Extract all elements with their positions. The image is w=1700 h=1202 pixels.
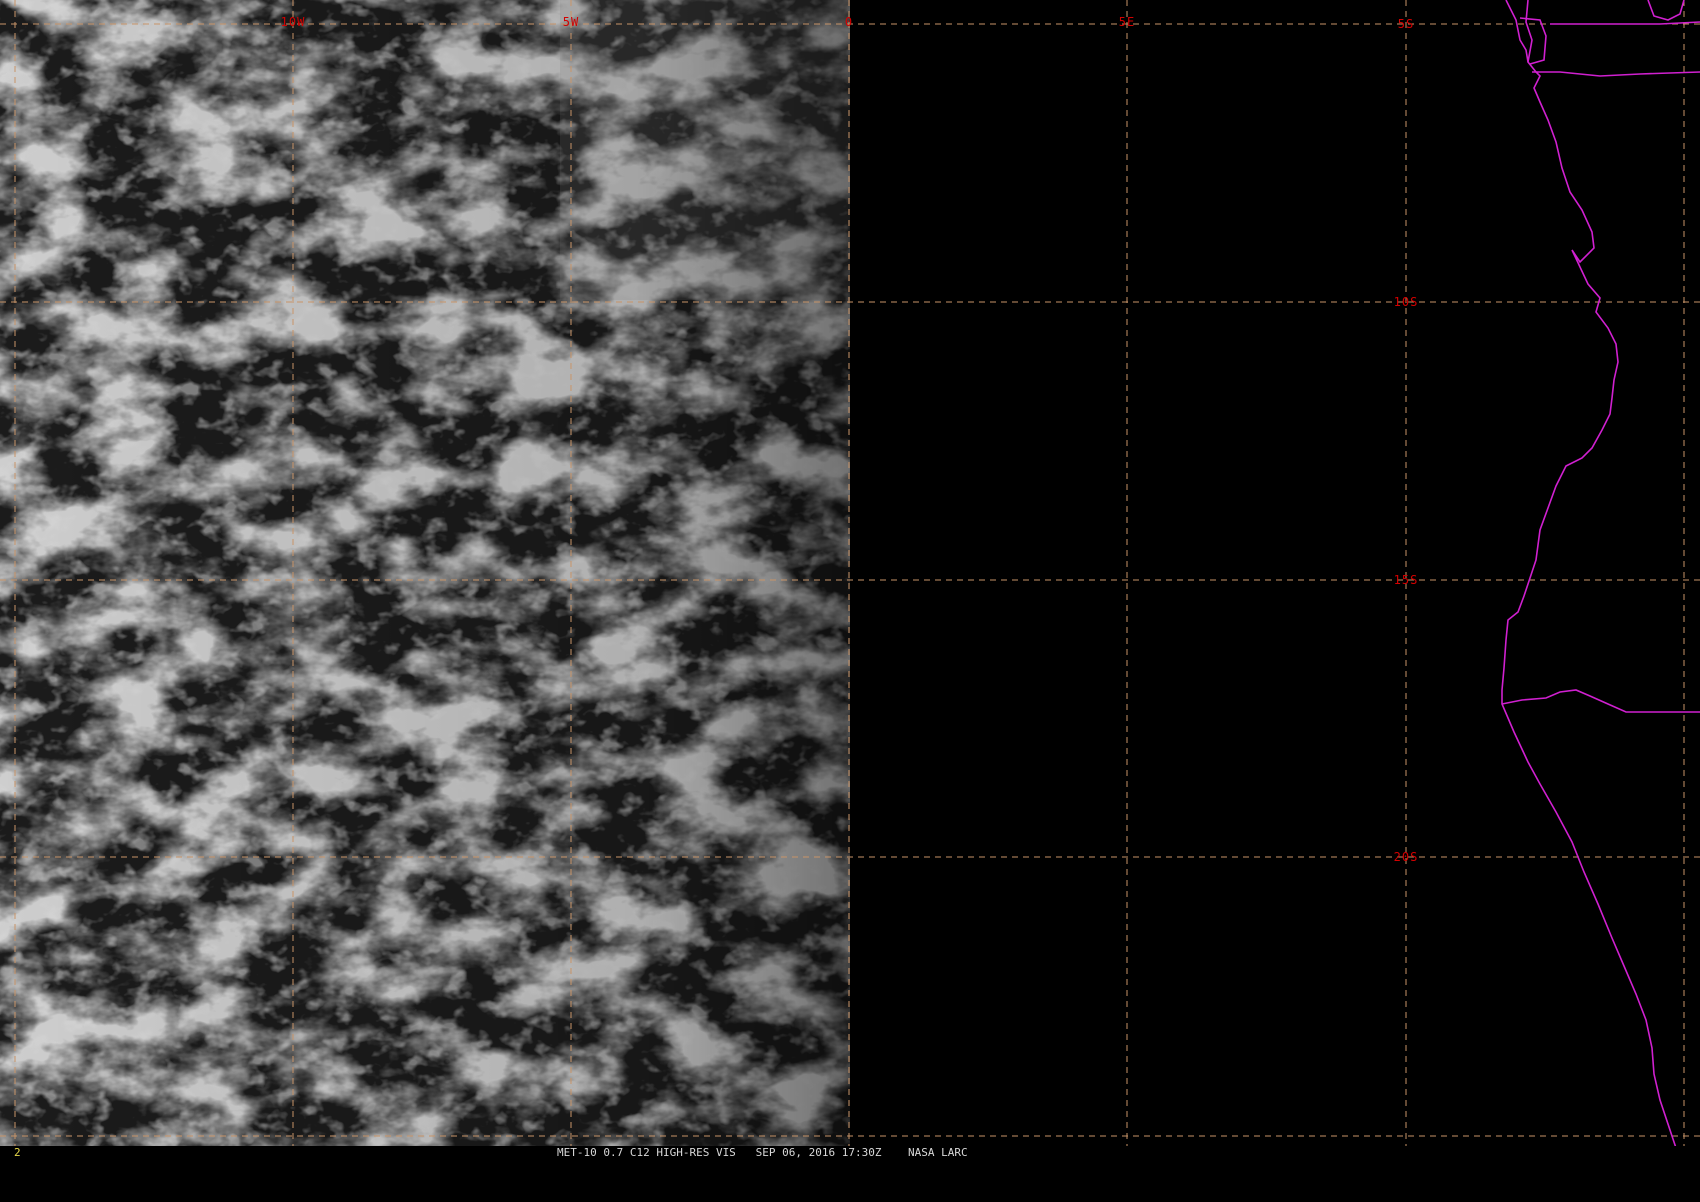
status-bar: 2 MET-10 0.7 C12 HIGH-RES VIS SEP 06, 20… <box>0 1146 1700 1160</box>
frame-number: 2 <box>14 1146 21 1159</box>
latitude-label: 10S <box>1394 295 1419 309</box>
latitude-label: 20S <box>1394 850 1419 864</box>
satellite-viewer: 10W 5W 0 5E 5S 10S 15S 20S 2 MET-10 0.7 C12 HIG… <box>0 0 1700 1160</box>
latitude-label: 5S <box>1398 17 1414 31</box>
latitude-label: 15S <box>1394 573 1419 587</box>
bright-haze-northeast <box>560 0 850 300</box>
satellite-image: 10W 5W 0 5E 5S 10S 15S 20S <box>0 0 1700 1148</box>
daylight-imagery <box>0 0 850 1148</box>
longitude-label: 5E <box>1119 15 1135 29</box>
longitude-label: 5W <box>563 15 579 29</box>
longitude-label: 10W <box>281 15 306 29</box>
image-caption: MET-10 0.7 C12 HIGH-RES VIS SEP 06, 2016… <box>557 1146 968 1159</box>
longitude-label: 0 <box>845 15 853 29</box>
